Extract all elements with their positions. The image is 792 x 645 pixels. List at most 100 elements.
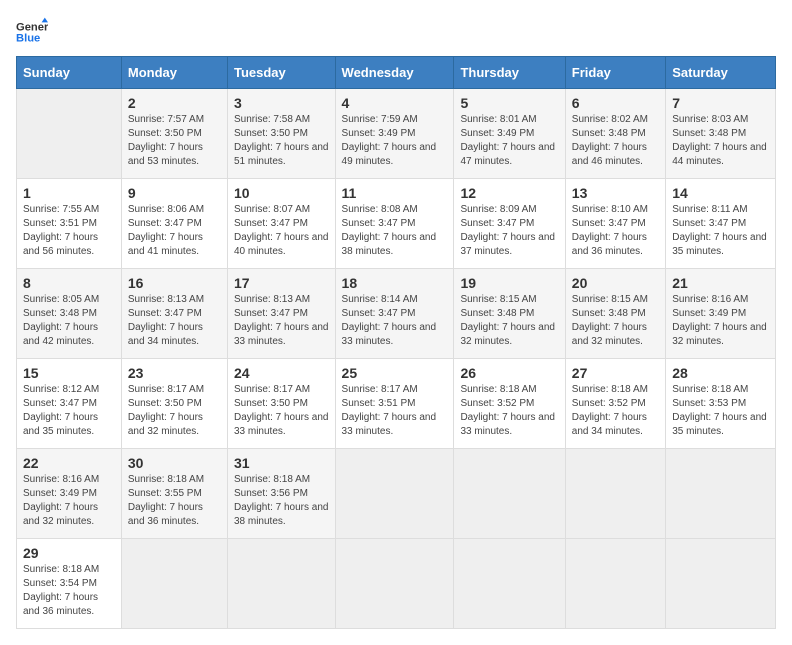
day-info: Sunrise: 8:18 AMSunset: 3:55 PMDaylight:… xyxy=(128,473,221,529)
calendar-cell: 16Sunrise: 8:13 AMSunset: 3:47 PMDayligh… xyxy=(121,269,227,359)
calendar-cell: 18 Sunrise: 8:14 AMSunset: 3:47 PMDayligh… xyxy=(335,269,454,359)
day-info: Sunrise: 8:18 AMSunset: 3:52 PMDaylight:… xyxy=(460,383,558,439)
calendar-week-row: 15 Sunrise: 8:12 AMSunset: 3:47 PMDayligh… xyxy=(17,359,776,449)
day-info: Sunrise: 8:11 AMSunset: 3:47 PMDaylight:… xyxy=(672,203,769,259)
day-info: Sunrise: 8:02 AMSunset: 3:48 PMDaylight:… xyxy=(572,113,659,169)
calendar-cell: 28 Sunrise: 8:18 AMSunset: 3:53 PMDayligh… xyxy=(666,359,776,449)
calendar-cell: 2 Sunrise: 7:57 AMSunset: 3:50 PMDaylight… xyxy=(121,89,227,179)
calendar-cell: 27Sunrise: 8:18 AMSunset: 3:52 PMDayligh… xyxy=(565,359,665,449)
day-number: 12 xyxy=(460,185,558,201)
calendar-cell: 1 Sunrise: 7:55 AMSunset: 3:51 PMDaylight… xyxy=(17,179,122,269)
svg-text:Blue: Blue xyxy=(16,33,40,45)
day-info: Sunrise: 8:18 AMSunset: 3:53 PMDaylight:… xyxy=(672,383,769,439)
calendar-cell: 24 Sunrise: 8:17 AMSunset: 3:50 PMDayligh… xyxy=(227,359,335,449)
day-info: Sunrise: 8:05 AMSunset: 3:48 PMDaylight:… xyxy=(23,293,115,349)
day-header-thursday: Thursday xyxy=(454,57,565,89)
day-number: 31 xyxy=(234,455,329,471)
calendar-cell xyxy=(335,449,454,539)
day-number: 9 xyxy=(128,185,221,201)
day-info: Sunrise: 7:55 AMSunset: 3:51 PMDaylight:… xyxy=(23,203,115,259)
calendar-cell: 13 Sunrise: 8:10 AMSunset: 3:47 PMDayligh… xyxy=(565,179,665,269)
day-info: Sunrise: 8:17 AMSunset: 3:50 PMDaylight:… xyxy=(234,383,329,439)
day-number: 8 xyxy=(23,275,115,291)
calendar-week-row: 8 Sunrise: 8:05 AMSunset: 3:48 PMDaylight… xyxy=(17,269,776,359)
day-number: 29 xyxy=(23,545,115,561)
calendar-cell: 10Sunrise: 8:07 AMSunset: 3:47 PMDayligh… xyxy=(227,179,335,269)
day-info: Sunrise: 8:13 AMSunset: 3:47 PMDaylight:… xyxy=(234,293,329,349)
day-info: Sunrise: 7:57 AMSunset: 3:50 PMDaylight:… xyxy=(128,113,221,169)
calendar-cell: 7Sunrise: 8:03 AMSunset: 3:48 PMDaylight… xyxy=(666,89,776,179)
calendar-cell: 9Sunrise: 8:06 AMSunset: 3:47 PMDaylight… xyxy=(121,179,227,269)
calendar-cell xyxy=(227,539,335,629)
day-number: 1 xyxy=(23,185,115,201)
day-info: Sunrise: 7:59 AMSunset: 3:49 PMDaylight:… xyxy=(342,113,448,169)
day-info: Sunrise: 8:18 AMSunset: 3:54 PMDaylight:… xyxy=(23,563,115,619)
day-number: 22 xyxy=(23,455,115,471)
day-number: 24 xyxy=(234,365,329,381)
calendar-cell: 19 Sunrise: 8:15 AMSunset: 3:48 PMDayligh… xyxy=(454,269,565,359)
day-number: 30 xyxy=(128,455,221,471)
calendar-week-row: 29 Sunrise: 8:18 AMSunset: 3:54 PMDayligh… xyxy=(17,539,776,629)
day-header-saturday: Saturday xyxy=(666,57,776,89)
day-info: Sunrise: 8:16 AMSunset: 3:49 PMDaylight:… xyxy=(23,473,115,529)
calendar-cell: 8 Sunrise: 8:05 AMSunset: 3:48 PMDaylight… xyxy=(17,269,122,359)
day-header-friday: Friday xyxy=(565,57,665,89)
day-number: 16 xyxy=(128,275,221,291)
day-header-tuesday: Tuesday xyxy=(227,57,335,89)
calendar-table: SundayMondayTuesdayWednesdayThursdayFrid… xyxy=(16,56,776,629)
calendar-cell xyxy=(565,539,665,629)
calendar-cell: 17 Sunrise: 8:13 AMSunset: 3:47 PMDayligh… xyxy=(227,269,335,359)
day-number: 13 xyxy=(572,185,659,201)
calendar-cell: 14 Sunrise: 8:11 AMSunset: 3:47 PMDayligh… xyxy=(666,179,776,269)
day-info: Sunrise: 8:08 AMSunset: 3:47 PMDaylight:… xyxy=(342,203,448,259)
calendar-cell xyxy=(666,539,776,629)
day-info: Sunrise: 8:01 AMSunset: 3:49 PMDaylight:… xyxy=(460,113,558,169)
svg-text:General: General xyxy=(16,21,48,33)
day-info: Sunrise: 8:14 AMSunset: 3:47 PMDaylight:… xyxy=(342,293,448,349)
calendar-cell xyxy=(17,89,122,179)
day-info: Sunrise: 8:15 AMSunset: 3:48 PMDaylight:… xyxy=(572,293,659,349)
day-info: Sunrise: 7:58 AMSunset: 3:50 PMDaylight:… xyxy=(234,113,329,169)
calendar-cell: 5 Sunrise: 8:01 AMSunset: 3:49 PMDaylight… xyxy=(454,89,565,179)
day-info: Sunrise: 8:12 AMSunset: 3:47 PMDaylight:… xyxy=(23,383,115,439)
calendar-cell: 3 Sunrise: 7:58 AMSunset: 3:50 PMDaylight… xyxy=(227,89,335,179)
day-number: 19 xyxy=(460,275,558,291)
day-info: Sunrise: 8:15 AMSunset: 3:48 PMDaylight:… xyxy=(460,293,558,349)
day-number: 14 xyxy=(672,185,769,201)
day-number: 5 xyxy=(460,95,558,111)
day-number: 18 xyxy=(342,275,448,291)
day-info: Sunrise: 8:18 AMSunset: 3:52 PMDaylight:… xyxy=(572,383,659,439)
day-number: 28 xyxy=(672,365,769,381)
days-header-row: SundayMondayTuesdayWednesdayThursdayFrid… xyxy=(17,57,776,89)
calendar-cell xyxy=(121,539,227,629)
day-number: 17 xyxy=(234,275,329,291)
calendar-cell xyxy=(454,539,565,629)
day-number: 3 xyxy=(234,95,329,111)
day-number: 7 xyxy=(672,95,769,111)
day-header-monday: Monday xyxy=(121,57,227,89)
calendar-cell: 20 Sunrise: 8:15 AMSunset: 3:48 PMDayligh… xyxy=(565,269,665,359)
day-number: 25 xyxy=(342,365,448,381)
calendar-cell xyxy=(454,449,565,539)
day-number: 6 xyxy=(572,95,659,111)
day-info: Sunrise: 8:07 AMSunset: 3:47 PMDaylight:… xyxy=(234,203,329,259)
calendar-cell: 29 Sunrise: 8:18 AMSunset: 3:54 PMDayligh… xyxy=(17,539,122,629)
day-info: Sunrise: 8:10 AMSunset: 3:47 PMDaylight:… xyxy=(572,203,659,259)
calendar-cell xyxy=(666,449,776,539)
day-number: 15 xyxy=(23,365,115,381)
day-number: 4 xyxy=(342,95,448,111)
calendar-cell: 12Sunrise: 8:09 AMSunset: 3:47 PMDayligh… xyxy=(454,179,565,269)
day-info: Sunrise: 8:17 AMSunset: 3:50 PMDaylight:… xyxy=(128,383,221,439)
calendar-week-row: 2 Sunrise: 7:57 AMSunset: 3:50 PMDaylight… xyxy=(17,89,776,179)
day-header-sunday: Sunday xyxy=(17,57,122,89)
day-number: 26 xyxy=(460,365,558,381)
calendar-cell: 21Sunrise: 8:16 AMSunset: 3:49 PMDayligh… xyxy=(666,269,776,359)
calendar-cell: 4 Sunrise: 7:59 AMSunset: 3:49 PMDaylight… xyxy=(335,89,454,179)
calendar-cell: 6 Sunrise: 8:02 AMSunset: 3:48 PMDaylight… xyxy=(565,89,665,179)
day-number: 2 xyxy=(128,95,221,111)
logo-icon: General Blue xyxy=(16,16,48,48)
day-number: 23 xyxy=(128,365,221,381)
calendar-week-row: 22 Sunrise: 8:16 AMSunset: 3:49 PMDayligh… xyxy=(17,449,776,539)
day-info: Sunrise: 8:17 AMSunset: 3:51 PMDaylight:… xyxy=(342,383,448,439)
day-number: 20 xyxy=(572,275,659,291)
